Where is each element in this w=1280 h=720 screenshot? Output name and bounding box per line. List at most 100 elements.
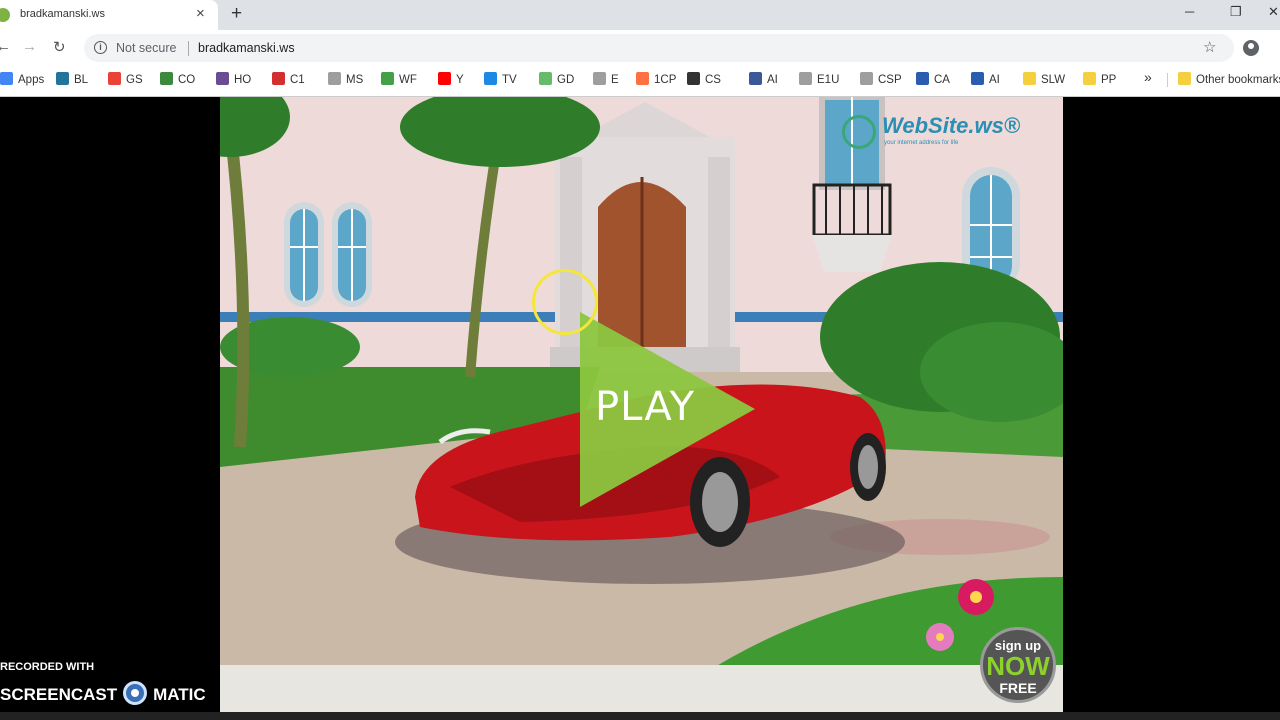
forward-button[interactable]: → <box>22 38 37 55</box>
bookmark-favicon-icon <box>160 72 173 85</box>
bookmark-favicon-icon <box>0 72 13 85</box>
back-button[interactable]: ← <box>0 38 11 55</box>
bookmarks-divider <box>1167 73 1168 87</box>
left-window-1 <box>284 202 324 307</box>
bookmark-favicon-icon <box>108 72 121 85</box>
signup-line3: FREE <box>999 680 1037 696</box>
bookmark-item[interactable]: Apps <box>0 72 44 86</box>
watermark-brand-left: SCREENCAST <box>0 685 118 704</box>
globe-icon <box>842 115 876 149</box>
bookmark-label: 1CP <box>654 74 677 86</box>
bookmark-item[interactable]: MS <box>328 72 363 86</box>
watermark-brand-right: MATIC <box>153 685 206 704</box>
bookmark-label: AI <box>767 74 778 86</box>
bookmark-favicon-icon <box>971 72 984 85</box>
bookmark-label: Apps <box>18 74 45 86</box>
security-label: Not secure <box>116 41 177 55</box>
bookmark-label: PP <box>1101 74 1117 86</box>
bookmark-label: MS <box>346 74 364 86</box>
bookmark-label: WF <box>399 74 417 86</box>
bookmark-favicon-icon <box>593 72 606 85</box>
bookmark-favicon-icon <box>687 72 700 85</box>
bookmark-favicon-icon <box>328 72 341 85</box>
bookmark-favicon-icon <box>636 72 649 85</box>
bookmark-favicon-icon <box>438 72 451 85</box>
bookmark-item[interactable]: AI <box>749 72 778 86</box>
bookmark-item[interactable]: 1CP <box>636 72 676 86</box>
folder-icon <box>1178 72 1191 85</box>
bookmark-star-icon[interactable]: ☆ <box>1203 38 1216 56</box>
bookmark-label: E1U <box>817 74 840 86</box>
bookmark-item[interactable]: E <box>593 72 619 86</box>
bookmark-item[interactable]: TV <box>484 72 517 86</box>
url-text[interactable]: bradkamanski.ws <box>198 41 295 55</box>
bookmark-item[interactable]: HO <box>216 72 251 86</box>
reload-button[interactable]: ↻ <box>53 38 66 56</box>
signup-line2: NOW <box>986 651 1050 681</box>
bookmark-label: TV <box>502 74 517 86</box>
bookmark-item[interactable]: CA <box>916 72 950 86</box>
bookmarks-bar: » Other bookmarks Apps BL GS CO HO C1 MS WF Y TV G… <box>0 66 1280 93</box>
bookmark-item[interactable]: E1U <box>799 72 839 86</box>
new-tab-button[interactable]: + <box>231 4 242 24</box>
bookmark-label: CSP <box>878 74 902 86</box>
bookmark-favicon-icon <box>799 72 812 85</box>
bookmark-label: BL <box>74 74 89 86</box>
bookmark-favicon-icon <box>272 72 285 85</box>
browser-chrome: bradkamanski.ws × + ─ ❐ ✕ ← → ↻ i Not se… <box>0 0 1280 97</box>
bookmark-favicon-icon <box>860 72 873 85</box>
bookmark-label: E <box>611 74 619 86</box>
bookmarks-more-button[interactable]: » <box>1144 69 1152 85</box>
bookmark-item[interactable]: CS <box>687 72 721 86</box>
watermark-line1: RECORDED WITH <box>0 661 95 673</box>
bookmark-favicon-icon <box>56 72 69 85</box>
bookmark-item[interactable]: PP <box>1083 72 1116 86</box>
bookmark-item[interactable]: GS <box>108 72 143 86</box>
bookmark-item[interactable]: SLW <box>1023 72 1065 86</box>
active-tab[interactable]: bradkamanski.ws × <box>0 0 218 30</box>
address-bar[interactable]: i Not secure bradkamanski.ws <box>84 34 1234 62</box>
bookmark-label: GD <box>557 74 575 86</box>
minimize-button[interactable]: ─ <box>1185 4 1194 19</box>
bookmark-favicon-icon <box>1083 72 1096 85</box>
other-bookmarks-folder[interactable]: Other bookmarks <box>1178 72 1280 86</box>
left-window-2 <box>332 202 372 307</box>
restore-button[interactable]: ❐ <box>1230 4 1242 20</box>
taskbar-edge <box>0 712 1280 720</box>
bookmark-item[interactable]: AI <box>971 72 1000 86</box>
toolbar: ← → ↻ i Not secure bradkamanski.ws <box>0 30 1280 66</box>
bookmark-label: HO <box>234 74 252 86</box>
bookmark-label: CO <box>178 74 196 86</box>
bookmark-favicon-icon <box>539 72 552 85</box>
bookmark-label: Y <box>456 74 464 86</box>
bookmark-item[interactable]: BL <box>56 72 88 86</box>
bookmark-item[interactable]: GD <box>539 72 574 86</box>
screencast-logo-icon <box>123 681 148 705</box>
play-label[interactable]: PLAY <box>595 384 695 430</box>
info-icon[interactable]: i <box>94 41 107 54</box>
site-favicon-icon <box>0 8 10 22</box>
bookmark-label: CS <box>705 74 721 86</box>
account-icon[interactable] <box>1243 40 1259 56</box>
game-footer-strip <box>220 665 1063 712</box>
bookmark-label: GS <box>126 74 143 86</box>
other-bookmarks-label: Other bookmarks <box>1196 74 1280 86</box>
game-viewport[interactable]: WebSite.ws® your internet address for li… <box>220 97 1063 712</box>
bookmark-favicon-icon <box>916 72 929 85</box>
bookmark-item[interactable]: WF <box>381 72 417 86</box>
bookmark-favicon-icon <box>216 72 229 85</box>
cursor-highlight-icon <box>532 269 598 335</box>
bookmark-item[interactable]: C1 <box>272 72 305 86</box>
bookmark-item[interactable]: Y <box>438 72 464 86</box>
logo-tagline: your internet address for life <box>884 140 959 146</box>
signup-now-badge[interactable]: sign up NOW FREE <box>980 627 1056 703</box>
window-close-button[interactable]: ✕ <box>1268 4 1279 20</box>
bookmark-label: CA <box>934 74 950 86</box>
bookmark-item[interactable]: CSP <box>860 72 902 86</box>
bookmark-favicon-icon <box>484 72 497 85</box>
bookmark-favicon-icon <box>381 72 394 85</box>
tab-close-icon[interactable]: × <box>196 6 205 22</box>
bookmark-item[interactable]: CO <box>160 72 195 86</box>
address-divider <box>188 41 189 56</box>
bookmark-label: SLW <box>1041 74 1066 86</box>
